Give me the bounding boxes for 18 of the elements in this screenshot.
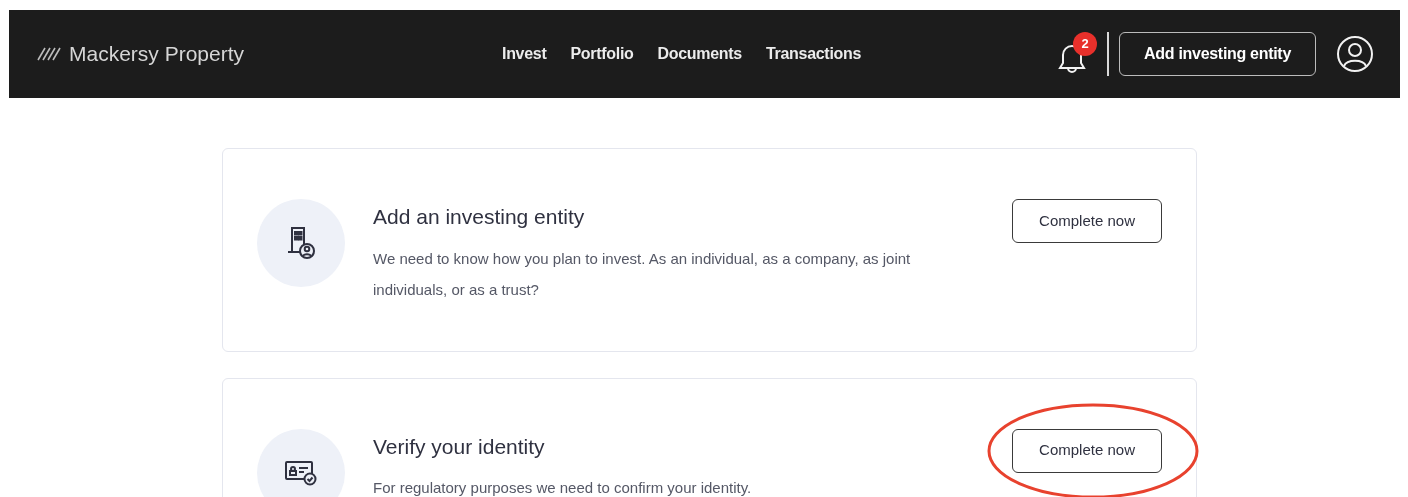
nav-link[interactable]: Transactions (765, 42, 862, 66)
complete-now-button[interactable]: Complete now (1012, 199, 1162, 243)
notification-bell-button[interactable]: 2 (1055, 32, 1098, 76)
task-title: Verify your identity (373, 433, 546, 460)
building-person-icon (285, 226, 317, 260)
task-description: For regulatory purposes we need to confirm your identity. (373, 478, 753, 497)
user-avatar-icon[interactable] (1336, 35, 1374, 73)
nav-link[interactable]: Invest (502, 42, 547, 66)
task-title: Add an investing entity (373, 204, 586, 230)
id-card-check-icon (284, 458, 318, 487)
task-description: We need to know how you plan to invest. As an individual, as a company, as joint individuals, or as a trust? (373, 248, 912, 300)
complete-now-button[interactable]: Complete now (1012, 428, 1162, 473)
add-entity-button[interactable]: Add investing entity (1119, 32, 1316, 76)
nav-link[interactable]: Documents (657, 42, 742, 66)
brand-name[interactable]: Mackersy Property (69, 38, 245, 70)
logo-stripes-icon (37, 47, 63, 61)
nav-link[interactable]: Portfolio (570, 42, 634, 66)
notification-count: 2 (1073, 32, 1098, 56)
